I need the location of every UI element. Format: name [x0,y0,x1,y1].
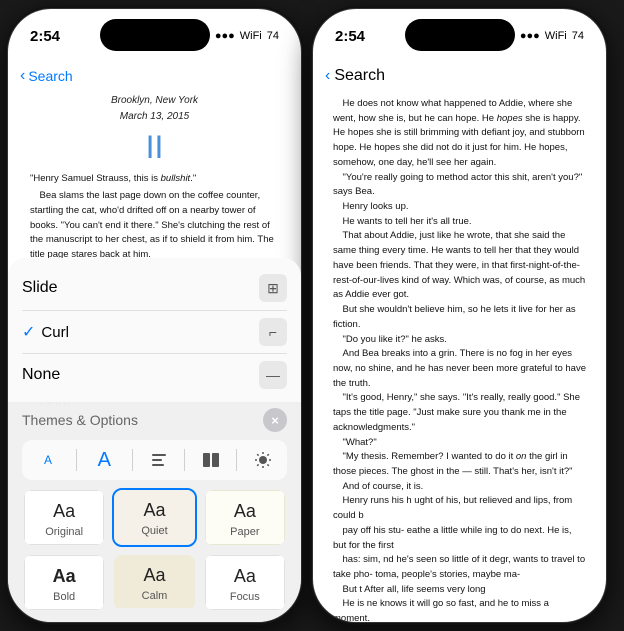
brightness-button[interactable] [247,444,279,476]
right-para-5: That about Addie, just like he wrote, th… [333,229,586,303]
theme-calm-aa: Aa [143,565,165,586]
theme-focus-aa: Aa [234,566,256,587]
right-para-1: He does not know what happened to Addie,… [333,97,586,171]
book-location-line2: March 13, 2015 [30,109,279,125]
search-bar-right[interactable]: ‹ Search [325,67,385,85]
right-para-8: And Bea breaks into a grin. There is no … [333,347,586,391]
status-bar-right: 2:54 ●●● WiFi 74 [313,9,606,55]
themes-header: Themes & Options × [22,408,287,432]
signal-icon-right: ●●● [520,30,540,42]
theme-paper-label: Paper [230,526,259,538]
book-content-right: He does not know what happened to Addie,… [313,93,606,623]
theme-bold-card[interactable]: Aa Bold [22,553,106,612]
status-bar-left: 2:54 ●●● WiFi 74 [8,9,301,55]
nav-bar-right: ‹ Search [313,55,606,93]
right-para-15: has: sim, nd he's seen so little of it d… [333,553,586,582]
right-para-11: "My thesis. Remember? I wanted to do it … [333,450,586,479]
overlay-panel: Slide ⊞ ✓ Curl ⌐ None — Themes & Op [8,258,301,622]
slide-option-row[interactable]: Slide ⊞ [22,266,287,311]
back-label-right: Search [334,67,385,85]
right-para-9: "It's good, Henry," she says. "It's real… [333,391,586,435]
theme-calm-label: Calm [142,590,168,602]
theme-focus-label: Focus [230,591,260,603]
divider-3 [184,449,185,471]
book-header: Brooklyn, New York March 13, 2015 [30,93,279,124]
back-chevron-right: ‹ [325,67,330,85]
right-phone: 2:54 ●●● WiFi 74 ‹ Search He does not kn… [312,8,607,623]
back-button-left[interactable]: ‹ Search [20,67,73,85]
close-button[interactable]: × [263,408,287,432]
curl-check-item: ✓ Curl [22,322,69,342]
divider-2 [132,449,133,471]
signal-icon: ●●● [215,30,235,42]
para-0: "Henry Samuel Strauss, this is bullshit.… [30,172,279,187]
font-increase-button[interactable]: A [86,444,122,476]
right-para-12: And of course, it is. [333,480,586,495]
curl-icon: ⌐ [259,318,287,346]
wifi-icon-right: WiFi [545,30,567,42]
font-decrease-button[interactable]: A [30,444,66,476]
time-right: 2:54 [335,28,365,45]
theme-original-card[interactable]: Aa Original [22,488,106,547]
none-label: None [22,366,60,384]
theme-cards: Aa Original Aa Quiet Aa Paper [22,488,287,612]
theme-bold-label: Bold [53,591,75,603]
right-para-13: Henry runs his h ught of his, but reliev… [333,494,586,523]
right-para-16: But t After all, life seems very long [333,583,586,598]
left-phone: 2:54 ●●● WiFi 74 ‹ Search Brooklyn, New … [7,8,302,623]
right-para-7: "Do you like it?" he asks. [333,333,586,348]
checkmark-icon: ✓ [22,322,35,342]
font-style-button[interactable] [143,444,175,476]
para-1: Bea slams the last page down on the coff… [30,189,279,263]
divider-1 [76,449,77,471]
divider-4 [236,449,237,471]
book-location-line1: Brooklyn, New York [30,93,279,109]
layout-button[interactable] [195,444,227,476]
font-controls: A A [22,440,287,480]
battery-icon-right: 74 [572,30,584,42]
theme-paper-card[interactable]: Aa Paper [203,488,287,547]
none-option-row[interactable]: None — [22,354,287,396]
theme-original-label: Original [45,526,83,538]
none-icon: — [259,361,287,389]
time-left: 2:54 [30,28,60,45]
right-para-4: He wants to tell her it's all true. [333,215,586,230]
theme-quiet-aa: Aa [143,500,165,521]
themes-section: Themes & Options × A A [8,402,301,622]
status-icons-left: ●●● WiFi 74 [215,30,279,42]
slide-label: Slide [22,279,58,297]
right-para-3: Henry looks up. [333,200,586,215]
theme-focus-card[interactable]: Aa Focus [203,553,287,612]
right-para-10: "What?" [333,436,586,451]
status-icons-right: ●●● WiFi 74 [520,30,584,42]
right-para-14: pay off his stu- eathe a little while in… [333,524,586,553]
back-chevron-left: ‹ [20,67,25,85]
right-para-6: But she wouldn't believe him, so he lets… [333,303,586,332]
themes-title: Themes & Options [22,412,138,428]
theme-bold-aa: Aa [53,566,76,587]
theme-original-aa: Aa [53,501,75,522]
theme-calm-card[interactable]: Aa Calm [112,553,196,612]
theme-quiet-card[interactable]: Aa Quiet [112,488,196,547]
nav-bar-left: ‹ Search [8,55,301,93]
slide-icon: ⊞ [259,274,287,302]
chapter-number: II [30,128,279,166]
back-label-left: Search [28,68,72,84]
slide-options: Slide ⊞ ✓ Curl ⌐ None — [8,258,301,402]
right-para-17: He is ne knows it will go so fast, and h… [333,597,586,623]
curl-label: Curl [41,324,69,341]
right-para-2: "You're really going to method actor thi… [333,171,586,200]
battery-icon: 74 [267,30,279,42]
theme-paper-aa: Aa [234,501,256,522]
theme-quiet-label: Quiet [141,525,167,537]
wifi-icon: WiFi [240,30,262,42]
curl-option-row[interactable]: ✓ Curl ⌐ [22,311,287,354]
